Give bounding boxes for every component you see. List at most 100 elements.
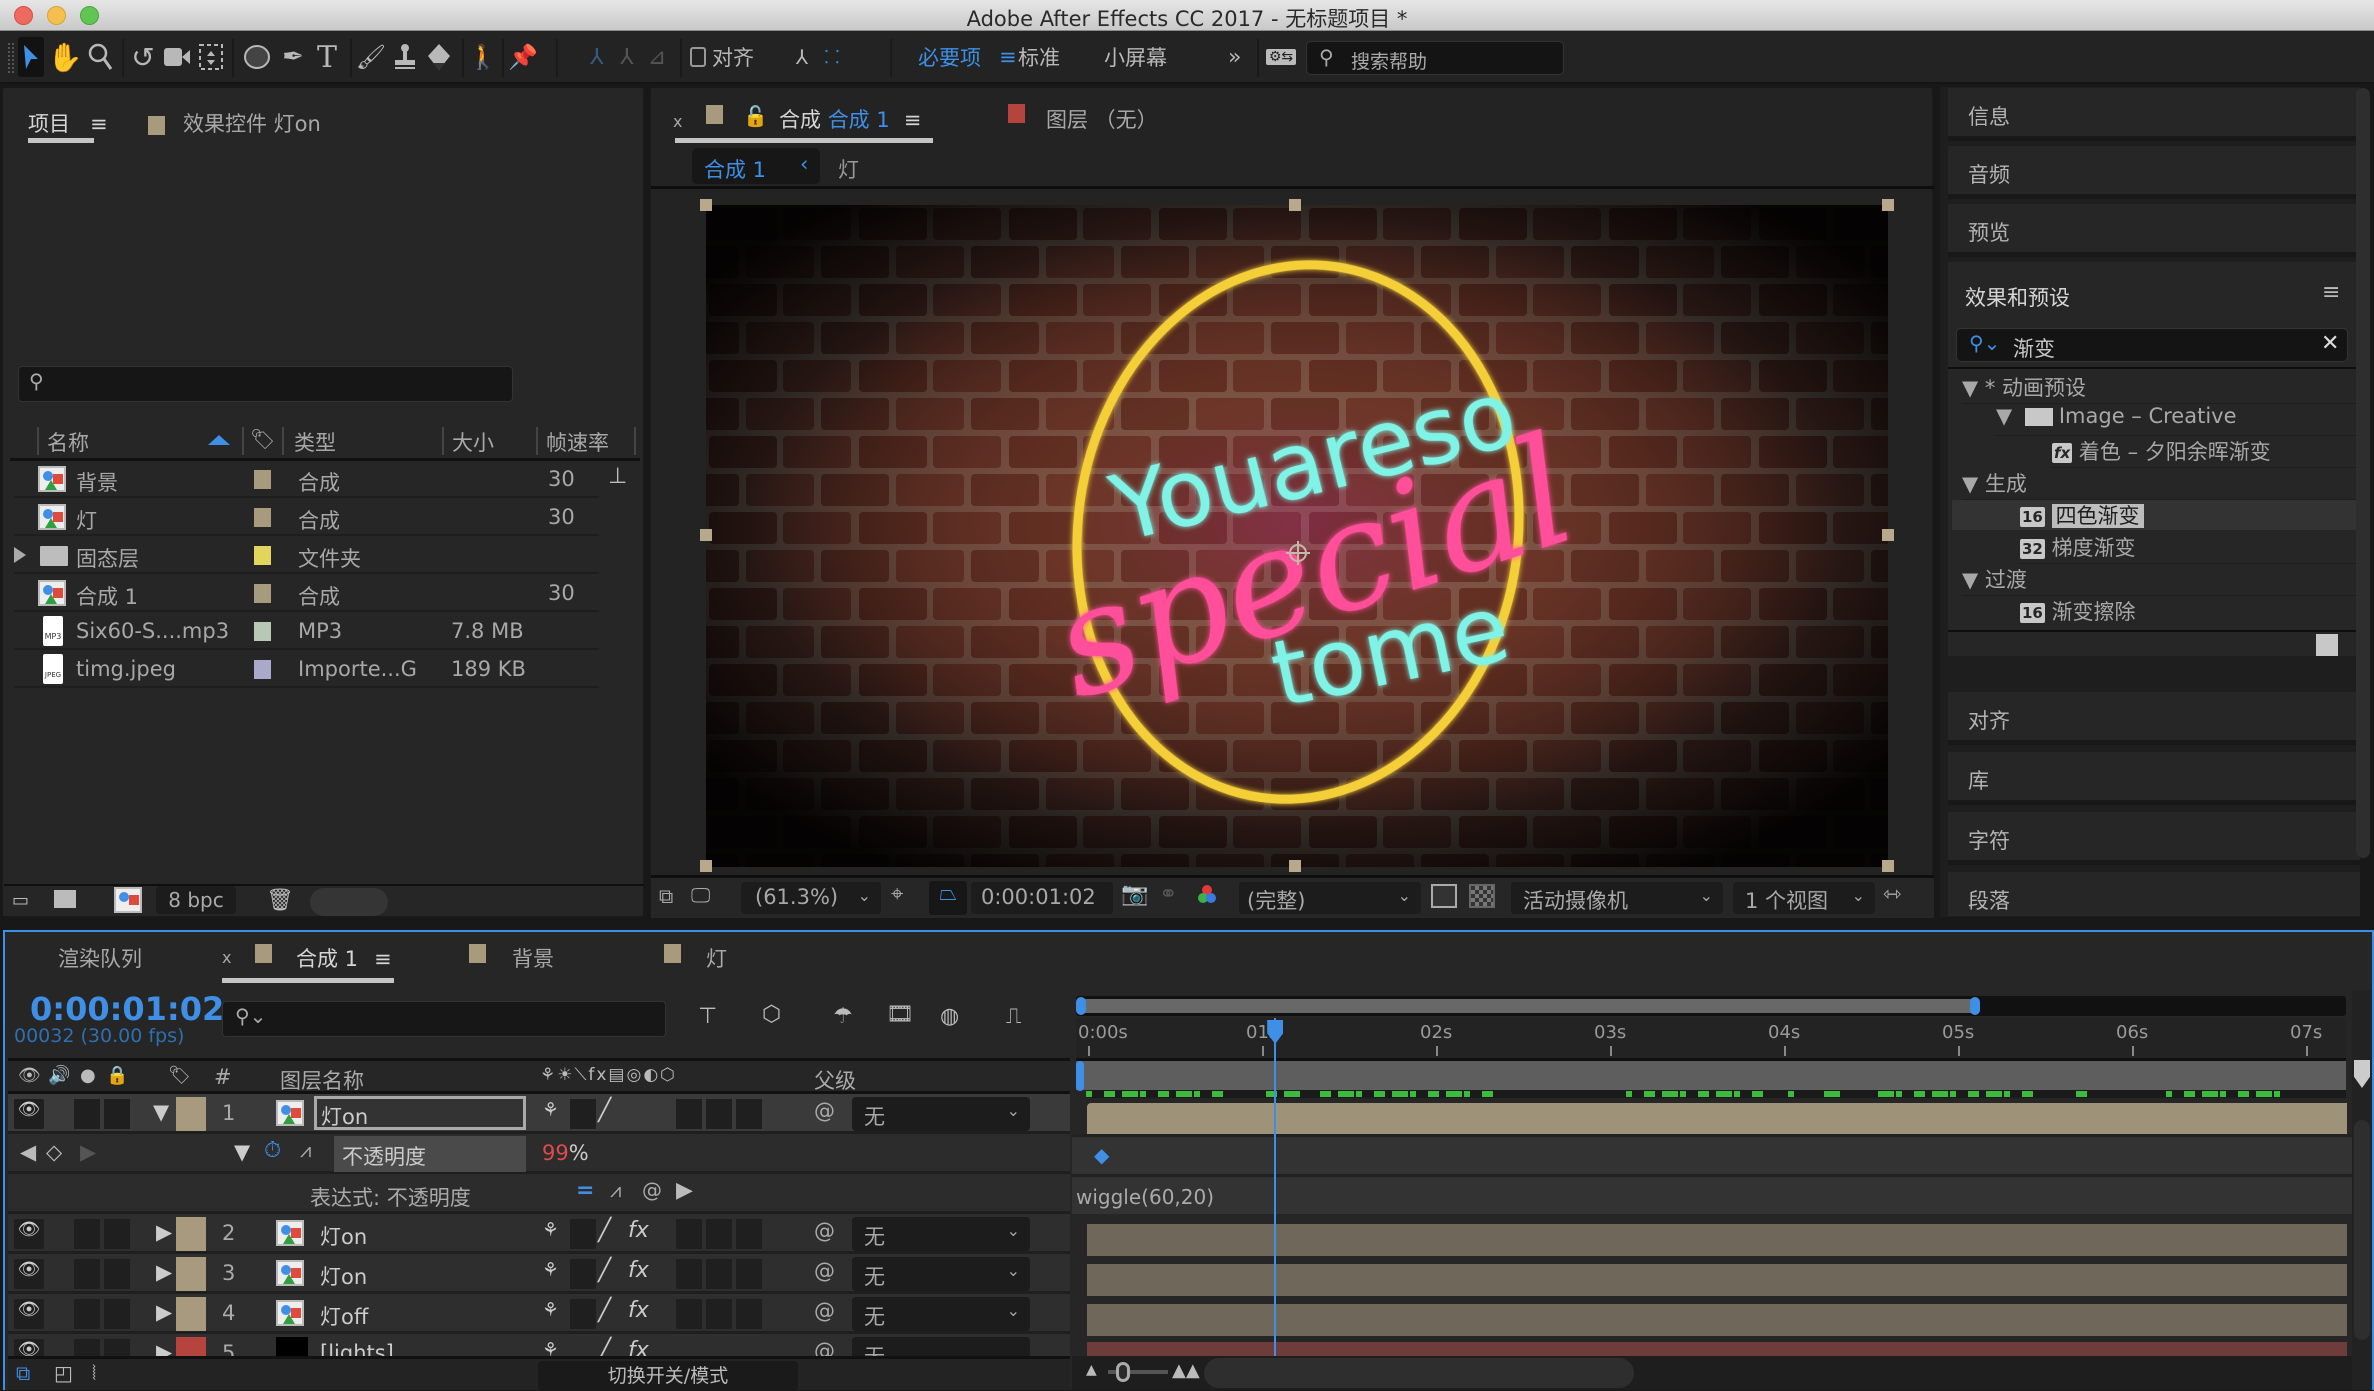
workspace-essentials[interactable]: 必要项 ≡ <box>918 37 1017 77</box>
tree-item[interactable]: ▼ Image – Creative <box>1996 404 2360 436</box>
tree-item[interactable]: ▼ 生成 <box>1962 468 2360 500</box>
rotate-tool[interactable]: ↺ <box>128 37 158 77</box>
parent-dropdown[interactable]: 无 <box>852 1337 1030 1356</box>
snapshot-camera-icon[interactable]: 📷 <box>1121 882 1148 907</box>
motion-blur-switch[interactable] <box>676 1219 702 1249</box>
expression-enable-icon[interactable]: = <box>576 1178 594 1203</box>
tab-composition[interactable]: 合成 合成 1 ≡ <box>779 104 921 134</box>
pick-whip-icon[interactable]: @ <box>814 1219 835 1243</box>
sync-settings-button[interactable]: ⚙⇆ <box>1265 37 1297 77</box>
label-color-swatch[interactable] <box>254 546 271 565</box>
quality-switch-icon[interactable]: ╱ <box>598 1298 611 1323</box>
mask-visibility-icon[interactable]: ⏢ <box>929 881 967 915</box>
breadcrumb-active[interactable]: 合成 1 ‹ <box>692 148 820 184</box>
brush-tool[interactable]: 🖌 <box>356 37 386 77</box>
graph-icon[interactable]: ⩘ <box>300 1138 311 1162</box>
time-ruler[interactable]: 0:00s 01s 02s 03s 04s 05s 06s 07s <box>1076 1018 2346 1058</box>
tab-comp-1[interactable]: 合成 1 ≡ <box>296 943 392 973</box>
expression-code[interactable]: wiggle(60,20) <box>1076 1185 1214 1209</box>
expand-triangle-icon[interactable]: ▶ <box>156 1260 172 1284</box>
clear-search-icon[interactable]: ✕ <box>2321 331 2339 356</box>
transform-handle[interactable] <box>700 199 712 211</box>
zoom-out-icon[interactable]: ▲ <box>1086 1362 1097 1378</box>
label-color-swatch[interactable] <box>254 622 271 641</box>
solo-icon[interactable]: ● <box>80 1065 96 1086</box>
comp-end-marker[interactable] <box>2354 1060 2370 1088</box>
camera-tool[interactable] <box>162 37 192 77</box>
label-color-swatch[interactable] <box>254 584 271 603</box>
column-number[interactable]: # <box>214 1065 232 1089</box>
workspace-overflow-button[interactable]: » <box>1228 37 1241 77</box>
snap-toggle[interactable]: 对齐 <box>690 37 770 77</box>
transform-handle[interactable] <box>1882 529 1894 541</box>
label-color-swatch[interactable] <box>254 660 271 679</box>
project-scrollbar[interactable] <box>310 888 388 916</box>
puppet-pin-tool[interactable]: 📌 <box>508 37 538 77</box>
navigator-end-handle[interactable] <box>1969 997 1980 1015</box>
local-axis-button[interactable]: ⅄ <box>585 37 609 77</box>
add-keyframe-icon[interactable]: ◇ <box>46 1140 62 1164</box>
label-tag-icon[interactable]: 🏷 <box>250 427 275 451</box>
panel-preview[interactable]: 预览 <box>1948 204 2360 257</box>
collapse-triangle-icon[interactable]: ▼ <box>234 1140 250 1164</box>
region-of-interest-icon[interactable] <box>1431 884 1457 908</box>
label-tag-icon[interactable]: 🏷 <box>168 1065 191 1086</box>
motion-blur-switch[interactable] <box>676 1099 702 1129</box>
world-axis-button[interactable]: ⅄ <box>615 37 639 77</box>
layer-name[interactable]: 灯on <box>320 1261 367 1291</box>
always-preview-icon[interactable]: ⧉ <box>659 884 673 908</box>
tree-item[interactable]: fx 着色 – 夕阳余晖渐变 <box>2052 436 2360 468</box>
lock-toggle[interactable] <box>104 1099 130 1129</box>
layer-row[interactable]: 👁 ▶ 5 [lights] ⚘ ╱ fx @ 无 <box>8 1334 1070 1356</box>
project-item[interactable]: 灯 合成 30 <box>14 499 599 536</box>
timeline-current-time[interactable]: 0:00:01:02 <box>30 990 224 1028</box>
project-item[interactable]: 固态层 文件夹 <box>14 537 599 574</box>
magnification-dropdown[interactable]: (61.3%) ⌄ <box>741 882 881 914</box>
transfer-controls-pane-icon[interactable]: ◰ <box>54 1361 73 1385</box>
shy-switch-icon[interactable]: ⚘ <box>542 1259 559 1281</box>
timeline-search-input[interactable]: ⚲⌄ <box>222 1001 666 1037</box>
video-visibility-icon[interactable]: 👁 <box>18 1065 41 1086</box>
transform-handle[interactable] <box>1882 860 1894 872</box>
expression-language-menu-icon[interactable]: ▶ <box>676 1178 693 1203</box>
collapse-triangle-icon[interactable]: ▼ <box>153 1100 169 1124</box>
tree-item[interactable]: ▼ 过渡 <box>1962 564 2360 596</box>
pick-whip-icon[interactable]: @ <box>814 1299 835 1323</box>
layer-label-color[interactable] <box>176 1297 206 1331</box>
layer-row[interactable]: 👁 ▶ 4 灯off ⚘ ╱ fx @ 无 ⌄ <box>8 1294 1070 1334</box>
right-panel-scrollbar[interactable] <box>2356 88 2370 858</box>
flowchart-icon[interactable]: ⊥ <box>608 464 627 489</box>
lock-toggle[interactable] <box>104 1259 130 1289</box>
property-name-field[interactable]: 不透明度 <box>334 1136 526 1172</box>
panel-library[interactable]: 库 <box>1948 752 2360 805</box>
parent-dropdown[interactable]: 无 ⌄ <box>852 1097 1030 1131</box>
adjustment-switch[interactable] <box>706 1259 732 1289</box>
sort-ascending-icon[interactable] <box>208 435 230 445</box>
adjustment-switch[interactable] <box>706 1099 732 1129</box>
solo-toggle[interactable] <box>74 1299 100 1329</box>
label-color-swatch[interactable] <box>254 470 271 489</box>
visibility-eye-icon[interactable]: 👁 <box>14 1219 44 1249</box>
comp-mini-flowchart-icon[interactable]: ⊤ <box>698 1004 717 1029</box>
expand-triangle-icon[interactable]: ▶ <box>156 1300 172 1324</box>
adjustment-switch[interactable] <box>706 1299 732 1329</box>
panel-audio[interactable]: 音频 <box>1948 146 2360 199</box>
disclosure-triangle-icon[interactable]: ▼ <box>1962 376 1978 400</box>
quality-switch-icon[interactable]: ╱ <box>598 1338 611 1356</box>
project-search-input[interactable]: ⚲ <box>18 366 513 402</box>
visibility-eye-icon[interactable]: 👁 <box>14 1099 44 1129</box>
visibility-eye-icon[interactable]: 👁 <box>14 1259 44 1289</box>
panel-info[interactable]: 信息 <box>1948 88 2360 141</box>
ellipse-tool[interactable] <box>240 37 274 77</box>
scroll-thumb[interactable] <box>2354 1120 2370 1340</box>
solo-toggle[interactable] <box>74 1339 100 1356</box>
close-tab-icon[interactable]: x <box>222 948 231 967</box>
view-axis-button[interactable]: ⊿ <box>645 37 669 77</box>
quality-switch-icon[interactable]: ╱ <box>598 1258 611 1283</box>
snap-feather-button[interactable]: ⅄ <box>790 37 814 77</box>
monitor-icon[interactable]: 🖵 <box>691 883 710 907</box>
graph-editor-icon[interactable]: ⎍ <box>1006 1004 1021 1029</box>
3d-switch[interactable] <box>736 1219 762 1249</box>
expression-pickwhip-icon[interactable]: @ <box>642 1178 662 1202</box>
visibility-eye-icon[interactable]: 👁 <box>14 1339 44 1356</box>
